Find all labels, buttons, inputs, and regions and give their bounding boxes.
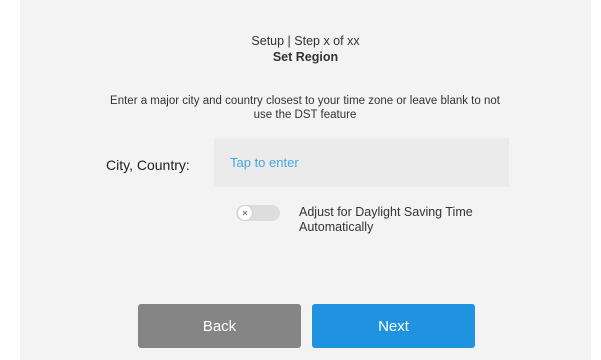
instructions-text: Enter a major city and country closest t… <box>110 95 500 121</box>
city-country-label: City, Country: <box>106 157 190 173</box>
city-country-input[interactable] <box>214 138 509 187</box>
toggle-knob <box>238 206 252 220</box>
setup-panel: Setup | Step x of xx Set Region Enter a … <box>20 0 591 360</box>
page-header: Setup | Step x of xx Set Region <box>20 33 591 65</box>
page-title: Set Region <box>272 50 339 64</box>
x-icon <box>242 210 248 216</box>
dst-toggle[interactable] <box>236 205 280 221</box>
dst-label: Adjust for Daylight Saving Time Automati… <box>299 205 473 234</box>
back-button[interactable]: Back <box>138 304 301 348</box>
next-button[interactable]: Next <box>312 304 475 348</box>
step-indicator: Setup | Step x of xx <box>251 34 360 48</box>
